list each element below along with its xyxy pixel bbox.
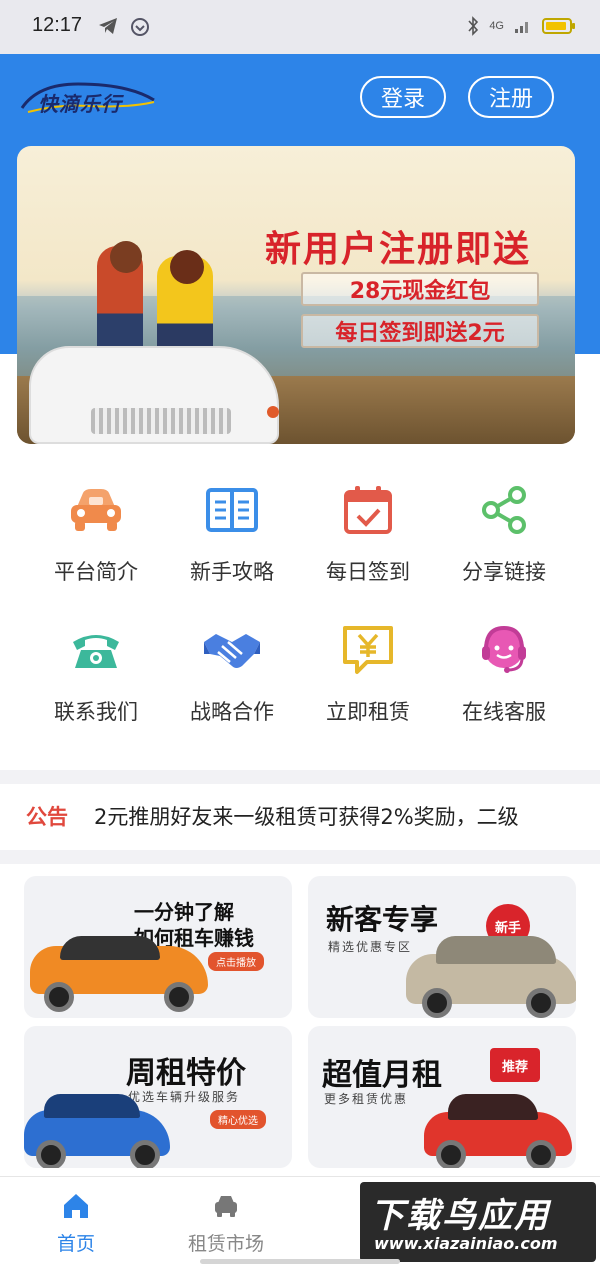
card-title: 一分钟了解: [134, 900, 234, 924]
card-monthly-rental[interactable]: 超值月租 更多租赁优惠 推荐: [308, 1026, 576, 1168]
yuan-icon: [338, 620, 398, 680]
logo-text: 快滴乐行: [38, 92, 122, 116]
grid-item-daily-checkin[interactable]: 每日签到: [300, 480, 436, 590]
banner-offer-checkin: 每日签到即送2元: [301, 314, 539, 348]
grid-item-beginner-guide[interactable]: 新手攻略: [164, 480, 300, 590]
telephone-icon: [66, 620, 126, 680]
handshake-icon: [202, 620, 262, 680]
watermark-url: www.xiazainiao.com: [374, 1234, 558, 1253]
select-button[interactable]: 精心优选: [210, 1110, 266, 1129]
announcement-label: 公告: [26, 805, 68, 829]
grid-label: 每日签到: [326, 560, 410, 584]
card-title: 新客专享: [326, 903, 439, 936]
card-subtitle: 精选优惠专区: [328, 940, 413, 954]
status-bar: 12:17 4G: [0, 0, 600, 54]
play-video-button[interactable]: 点击播放: [208, 952, 264, 971]
network-label: 4G: [489, 20, 504, 32]
announcement-text: 2元推朋好友来一级租赁可获得2%奖励，二级: [94, 805, 519, 829]
grid-label: 联系我们: [54, 700, 138, 724]
card-title: 超值月租: [322, 1058, 442, 1093]
banner-title: 新用户注册即送: [265, 229, 532, 270]
carousel-indicator: [267, 406, 279, 418]
grid-label: 战略合作: [190, 700, 274, 724]
grid-item-online-support[interactable]: 在线客服: [436, 620, 572, 730]
grid-item-partnership[interactable]: 战略合作: [164, 620, 300, 730]
grid-label: 分享链接: [462, 560, 546, 584]
telegram-icon: [99, 18, 117, 34]
status-time: 12:17: [32, 14, 83, 36]
section-divider: [0, 770, 600, 784]
login-button[interactable]: 登录: [360, 76, 446, 118]
grid-item-rent-now[interactable]: 立即租赁: [300, 620, 436, 730]
feature-grid: 平台简介 新手攻略 每日签到 分享链接 联系我们 战略合作 立即租赁 在线客服: [28, 480, 572, 730]
tab-label: 首页: [56, 1233, 95, 1255]
recommended-badge: 推荐: [490, 1048, 540, 1082]
book-icon: [202, 480, 262, 540]
card-title: 周租特价: [126, 1056, 246, 1091]
card-subtitle: 更多租赁优惠: [324, 1092, 409, 1106]
car-icon: [66, 480, 126, 540]
banner-offer-cash: 28元现金红包: [301, 272, 539, 306]
share-icon: [474, 480, 534, 540]
card-weekly-rental[interactable]: 周租特价 优选车辆升级服务 精心优选: [24, 1026, 292, 1168]
signal-icon: [515, 22, 528, 33]
banner-person-head: [170, 250, 204, 284]
banner-car: [29, 346, 279, 444]
card-subtitle: 优选车辆升级服务: [128, 1090, 241, 1104]
register-button[interactable]: 注册: [468, 76, 554, 118]
car-front-icon: [215, 1196, 237, 1217]
watermark-title: 下载鸟应用: [370, 1196, 550, 1236]
grid-item-share-link[interactable]: 分享链接: [436, 480, 572, 590]
watermark: 下载鸟应用 www.xiazainiao.com: [360, 1182, 596, 1262]
headset-icon: [474, 620, 534, 680]
grid-label: 平台简介: [54, 560, 138, 584]
tab-home[interactable]: 首页: [16, 1191, 136, 1256]
grid-item-contact-us[interactable]: 联系我们: [28, 620, 164, 730]
card-how-to-earn[interactable]: 一分钟了解 如何租车赚钱 点击播放: [24, 876, 292, 1018]
announcement-bar[interactable]: 公告 2元推朋好友来一级租赁可获得2%奖励，二级: [0, 784, 600, 848]
calendar-check-icon: [338, 480, 398, 540]
grid-item-platform-intro[interactable]: 平台简介: [28, 480, 164, 590]
section-divider: [0, 850, 600, 864]
tab-rental-market[interactable]: 租赁市场: [166, 1191, 286, 1256]
home-indicator: [200, 1259, 400, 1264]
grid-label: 新手攻略: [190, 560, 274, 584]
bluetooth-icon: [468, 16, 479, 36]
app-logo: 快滴乐行: [18, 78, 158, 120]
battery-icon: [542, 18, 575, 34]
grid-label: 在线客服: [462, 700, 546, 724]
promo-banner[interactable]: 新用户注册即送 28元现金红包 每日签到即送2元: [17, 146, 575, 444]
tab-label: 租赁市场: [187, 1233, 264, 1255]
home-icon: [64, 1194, 88, 1218]
card-new-customer[interactable]: 新客专享 精选优惠专区 新手: [308, 876, 576, 1018]
app-notification-icon: [131, 18, 149, 36]
banner-person-head: [110, 241, 142, 273]
grid-label: 立即租赁: [326, 700, 410, 724]
